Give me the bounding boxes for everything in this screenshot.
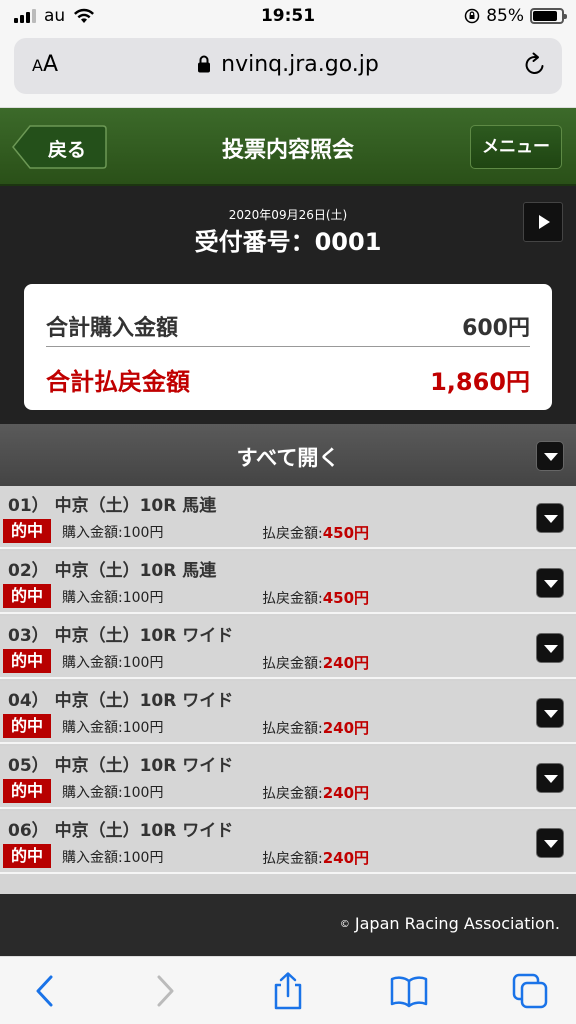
refund-label: 払戻金額: <box>262 526 323 542</box>
purchase-amount: 購入金額:100円 <box>62 655 164 671</box>
refund-value: 240円 <box>322 784 370 802</box>
copyright-text: © Japan Racing Association. <box>340 914 560 933</box>
list-item[interactable]: 04） 中京（土）10R ワイド 的中 購入金額:100円 払戻金額:240円 <box>0 681 576 744</box>
bet-title: 03） 中京（土）10R ワイド <box>8 626 234 646</box>
hit-badge: 的中 <box>3 779 51 803</box>
refund-amount: 払戻金額:450円 <box>262 522 369 543</box>
hit-badge: 的中 <box>3 714 51 738</box>
list-item[interactable]: 02） 中京（土）10R 馬連 的中 購入金額:100円 払戻金額:450円 <box>0 551 576 614</box>
refund-amount: 払戻金額:450円 <box>262 587 369 608</box>
list-item[interactable]: 06） 中京（土）10R ワイド 的中 購入金額:100円 払戻金額:240円 <box>0 811 576 874</box>
status-bar: au 19:51 85% <box>0 0 576 34</box>
refund-label: 払戻金額: <box>262 786 323 802</box>
expand-toggle-icon[interactable] <box>536 763 564 793</box>
purchase-amount: 購入金額:100円 <box>62 850 164 866</box>
copyright-symbol: © <box>339 919 350 930</box>
refund-value: 240円 <box>322 654 370 672</box>
totals-divider <box>46 346 530 347</box>
refund-label: 払戻金額: <box>262 656 323 672</box>
total-refund-row: 合計払戻金額 1,860円 <box>46 350 530 400</box>
bet-title: 06） 中京（土）10R ワイド <box>8 821 234 841</box>
battery-icon <box>530 8 567 24</box>
refund-amount: 払戻金額:240円 <box>262 652 369 673</box>
open-all-toggle-icon[interactable] <box>536 441 564 471</box>
open-all-label: すべて開く <box>236 446 340 470</box>
hit-badge: 的中 <box>3 519 51 543</box>
url-text: nvinq.jra.go.jp <box>221 52 379 77</box>
expand-toggle-icon[interactable] <box>536 503 564 533</box>
refund-label: 払戻金額: <box>262 591 323 607</box>
refund-value: 450円 <box>322 589 370 607</box>
list-item[interactable]: 03） 中京（土）10R ワイド 的中 購入金額:100円 払戻金額:240円 <box>0 616 576 679</box>
refund-amount: 払戻金額:240円 <box>262 717 369 738</box>
refund-value: 450円 <box>322 524 370 542</box>
refund-value: 240円 <box>322 849 370 867</box>
hit-badge: 的中 <box>3 584 51 608</box>
expand-toggle-icon[interactable] <box>536 698 564 728</box>
receipt-number: 受付番号：0001 <box>194 228 382 256</box>
receipt-section: 2020年09月26日(土) 受付番号：0001 合計購入金額 600円 合計払… <box>0 186 576 424</box>
browser-address-area: AA nvinq.jra.go.jp <box>0 34 576 108</box>
list-item[interactable]: 05） 中京（土）10R ワイド 的中 購入金額:100円 払戻金額:240円 <box>0 746 576 809</box>
next-arrow-button[interactable] <box>523 202 563 242</box>
hit-badge: 的中 <box>3 649 51 673</box>
bet-title: 05） 中京（土）10R ワイド <box>8 756 234 776</box>
refund-value: 240円 <box>322 719 370 737</box>
app-header: 戻る 投票内容照会 メニュー <box>0 108 576 186</box>
total-purchase-row: 合計購入金額 600円 <box>46 298 530 348</box>
receipt-date: 2020年09月26日(土) <box>228 208 348 222</box>
copyright-name: Japan Racing Association. <box>354 914 560 933</box>
purchase-amount: 購入金額:100円 <box>62 525 164 541</box>
forward-icon[interactable] <box>144 971 184 1011</box>
total-purchase-value: 600円 <box>462 316 530 341</box>
padlock-icon <box>198 55 211 73</box>
purchase-amount: 購入金額:100円 <box>62 590 164 606</box>
list-item[interactable]: 01） 中京（土）10R 馬連 的中 購入金額:100円 払戻金額:450円 <box>0 486 576 549</box>
browser-toolbar <box>0 956 576 1024</box>
tabs-icon[interactable] <box>510 971 550 1011</box>
refund-label: 払戻金額: <box>262 721 323 737</box>
bet-title: 01） 中京（土）10R 馬連 <box>8 496 217 516</box>
orientation-lock-icon <box>464 8 480 24</box>
refund-amount: 払戻金額:240円 <box>262 847 369 868</box>
refund-amount: 払戻金額:240円 <box>262 782 369 803</box>
totals-card: 合計購入金額 600円 合計払戻金額 1,860円 <box>24 284 552 410</box>
bet-title: 02） 中京（土）10R 馬連 <box>8 561 217 581</box>
total-purchase-label: 合計購入金額 <box>46 316 179 341</box>
expand-toggle-icon[interactable] <box>536 828 564 858</box>
bet-list: 01） 中京（土）10R 馬連 的中 購入金額:100円 払戻金額:450円 0… <box>0 486 576 894</box>
site-footer: © Japan Racing Association. <box>0 894 576 956</box>
bookmarks-icon[interactable] <box>389 971 429 1011</box>
back-icon[interactable] <box>26 971 66 1011</box>
open-all-bar[interactable]: すべて開く <box>0 424 576 486</box>
url-display[interactable]: nvinq.jra.go.jp <box>14 52 562 77</box>
share-icon[interactable] <box>268 971 308 1011</box>
bet-title: 04） 中京（土）10R ワイド <box>8 691 234 711</box>
total-refund-label: 合計払戻金額 <box>46 368 190 396</box>
battery-percent: 85% <box>486 6 524 26</box>
status-right: 85% <box>464 6 567 26</box>
expand-toggle-icon[interactable] <box>536 568 564 598</box>
expand-toggle-icon[interactable] <box>536 633 564 663</box>
menu-button[interactable]: メニュー <box>470 125 562 169</box>
address-bar[interactable]: AA nvinq.jra.go.jp <box>14 38 562 94</box>
purchase-amount: 購入金額:100円 <box>62 785 164 801</box>
refund-label: 払戻金額: <box>262 851 323 867</box>
hit-badge: 的中 <box>3 844 51 868</box>
total-refund-value: 1,860円 <box>430 368 530 396</box>
reload-icon[interactable] <box>522 52 548 78</box>
purchase-amount: 購入金額:100円 <box>62 720 164 736</box>
